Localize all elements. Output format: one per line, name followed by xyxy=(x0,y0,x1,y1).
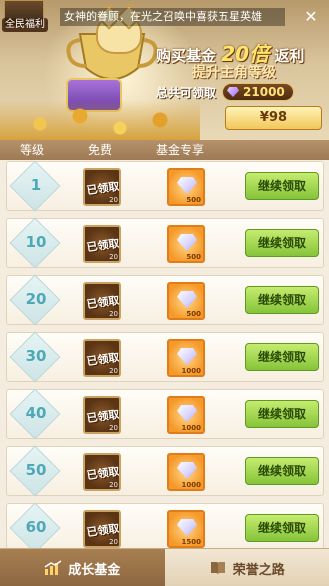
reward-list[interactable]: 1 已领取 20 500 继续领取 10 已领取 20 500 继续领取 20 … xyxy=(0,161,329,548)
promo-banner: 全民福利 女神的眷顾，在光之召唤中喜获五星英雄 ✕ 购买基金 20倍 返利 提升… xyxy=(0,0,329,140)
claim-button[interactable]: 继续领取 xyxy=(245,457,319,485)
total-claimable: 总共可领取 21000 xyxy=(156,82,294,102)
diamond-icon xyxy=(177,462,197,479)
header-fund: 基金专享 xyxy=(155,143,204,157)
level-number: 1 xyxy=(30,176,42,194)
diamond-icon xyxy=(177,177,197,194)
fund-reward-qty: 1000 xyxy=(181,424,201,432)
level-number: 10 xyxy=(25,233,47,251)
reward-row: 10 已领取 20 500 继续领取 xyxy=(6,217,324,269)
level-number: 40 xyxy=(25,404,47,422)
promo-subline: 提升主角等级 xyxy=(192,65,276,81)
claim-button[interactable]: 继续领取 xyxy=(245,400,319,428)
claim-button[interactable]: 继续领取 xyxy=(245,229,319,257)
fund-reward-slot[interactable]: 500 xyxy=(167,225,205,263)
diamond-icon xyxy=(227,87,240,97)
fund-reward-slot[interactable]: 500 xyxy=(167,282,205,320)
growth-fund-screen: 全民福利 女神的眷顾，在光之召唤中喜获五星英雄 ✕ 购买基金 20倍 返利 提升… xyxy=(0,0,329,586)
diamond-icon xyxy=(177,519,197,536)
free-reward-slot[interactable]: 已领取 20 xyxy=(83,453,121,491)
fund-reward-qty: 500 xyxy=(186,253,201,261)
free-reward-qty: 20 xyxy=(109,538,118,546)
free-reward-slot[interactable]: 已领取 20 xyxy=(83,225,121,263)
free-reward-qty: 20 xyxy=(109,367,118,375)
free-reward-qty: 20 xyxy=(109,196,118,204)
tab-growth-fund-label: 成长基金 xyxy=(68,562,121,578)
fund-reward-qty: 500 xyxy=(186,196,201,204)
fund-reward-slot[interactable]: 500 xyxy=(167,168,205,206)
reward-row: 50 已领取 20 1000 继续领取 xyxy=(6,445,324,497)
level-number: 50 xyxy=(25,461,47,479)
diamond-icon xyxy=(177,348,197,365)
free-reward-qty: 20 xyxy=(109,424,118,432)
claim-button[interactable]: 继续领取 xyxy=(245,343,319,371)
level-number: 30 xyxy=(25,347,47,365)
reward-row: 60 已领取 20 1500 继续领取 xyxy=(6,502,324,548)
tab-growth-fund[interactable]: 成长基金 xyxy=(0,549,165,586)
level-badge: 60 xyxy=(9,502,61,548)
claim-button[interactable]: 继续领取 xyxy=(245,172,319,200)
bottom-tabbar: 成长基金 荣誉之路 xyxy=(0,548,329,586)
free-reward-slot[interactable]: 已领取 20 xyxy=(83,396,121,434)
level-badge: 10 xyxy=(9,217,61,269)
free-reward-slot[interactable]: 已领取 20 xyxy=(83,510,121,548)
gold-coins-pile xyxy=(0,100,200,140)
reward-row: 1 已领取 20 500 继续领取 xyxy=(6,161,324,212)
tab-honor-road[interactable]: 荣誉之路 xyxy=(164,549,329,586)
level-number: 60 xyxy=(25,518,47,536)
claim-button[interactable]: 继续领取 xyxy=(245,514,319,542)
free-reward-slot[interactable]: 已领取 20 xyxy=(83,282,121,320)
close-icon[interactable]: ✕ xyxy=(300,6,322,28)
level-badge: 30 xyxy=(9,331,61,383)
promo-headline-post: 返利 xyxy=(274,47,305,65)
column-header: 等级 免费 基金专享 xyxy=(0,140,329,160)
fund-reward-qty: 500 xyxy=(186,310,201,318)
reward-row: 20 已领取 20 500 继续领取 xyxy=(6,274,324,326)
fund-reward-qty: 1000 xyxy=(181,481,201,489)
header-free: 免费 xyxy=(87,143,112,157)
claim-button[interactable]: 继续领取 xyxy=(245,286,319,314)
total-label: 总共可领取 xyxy=(156,85,217,100)
chart-growth-icon xyxy=(44,560,62,575)
free-reward-qty: 20 xyxy=(109,253,118,261)
fund-reward-qty: 1500 xyxy=(181,538,201,546)
fund-reward-slot[interactable]: 1000 xyxy=(167,453,205,491)
diamond-icon xyxy=(177,291,197,308)
reward-row: 40 已领取 20 1000 继续领取 xyxy=(6,388,324,440)
free-reward-qty: 20 xyxy=(109,310,118,318)
fund-reward-slot[interactable]: 1500 xyxy=(167,510,205,548)
fund-reward-slot[interactable]: 1000 xyxy=(167,339,205,377)
level-badge: 20 xyxy=(9,274,61,326)
free-reward-qty: 20 xyxy=(109,481,118,489)
level-badge: 40 xyxy=(9,388,61,440)
level-number: 20 xyxy=(25,290,47,308)
buy-fund-button[interactable]: ¥98 xyxy=(225,106,322,130)
tab-honor-road-label: 荣誉之路 xyxy=(232,562,285,578)
level-badge: 1 xyxy=(9,161,61,212)
free-reward-slot[interactable]: 已领取 20 xyxy=(83,168,121,206)
free-reward-slot[interactable]: 已领取 20 xyxy=(83,339,121,377)
diamond-icon xyxy=(177,405,197,422)
book-icon xyxy=(210,562,225,575)
header-level: 等级 xyxy=(19,143,44,157)
level-badge: 50 xyxy=(9,445,61,497)
reward-row: 30 已领取 20 1000 继续领取 xyxy=(6,331,324,383)
welfare-label[interactable]: 全民福利 xyxy=(2,18,48,32)
total-pill: 21000 xyxy=(222,83,294,101)
diamond-icon xyxy=(177,234,197,251)
total-value: 21000 xyxy=(243,85,285,99)
fund-reward-slot[interactable]: 1000 xyxy=(167,396,205,434)
announcement-ticker: 女神的眷顾，在光之召唤中喜获五星英雄 xyxy=(60,8,285,26)
fund-reward-qty: 1000 xyxy=(181,367,201,375)
